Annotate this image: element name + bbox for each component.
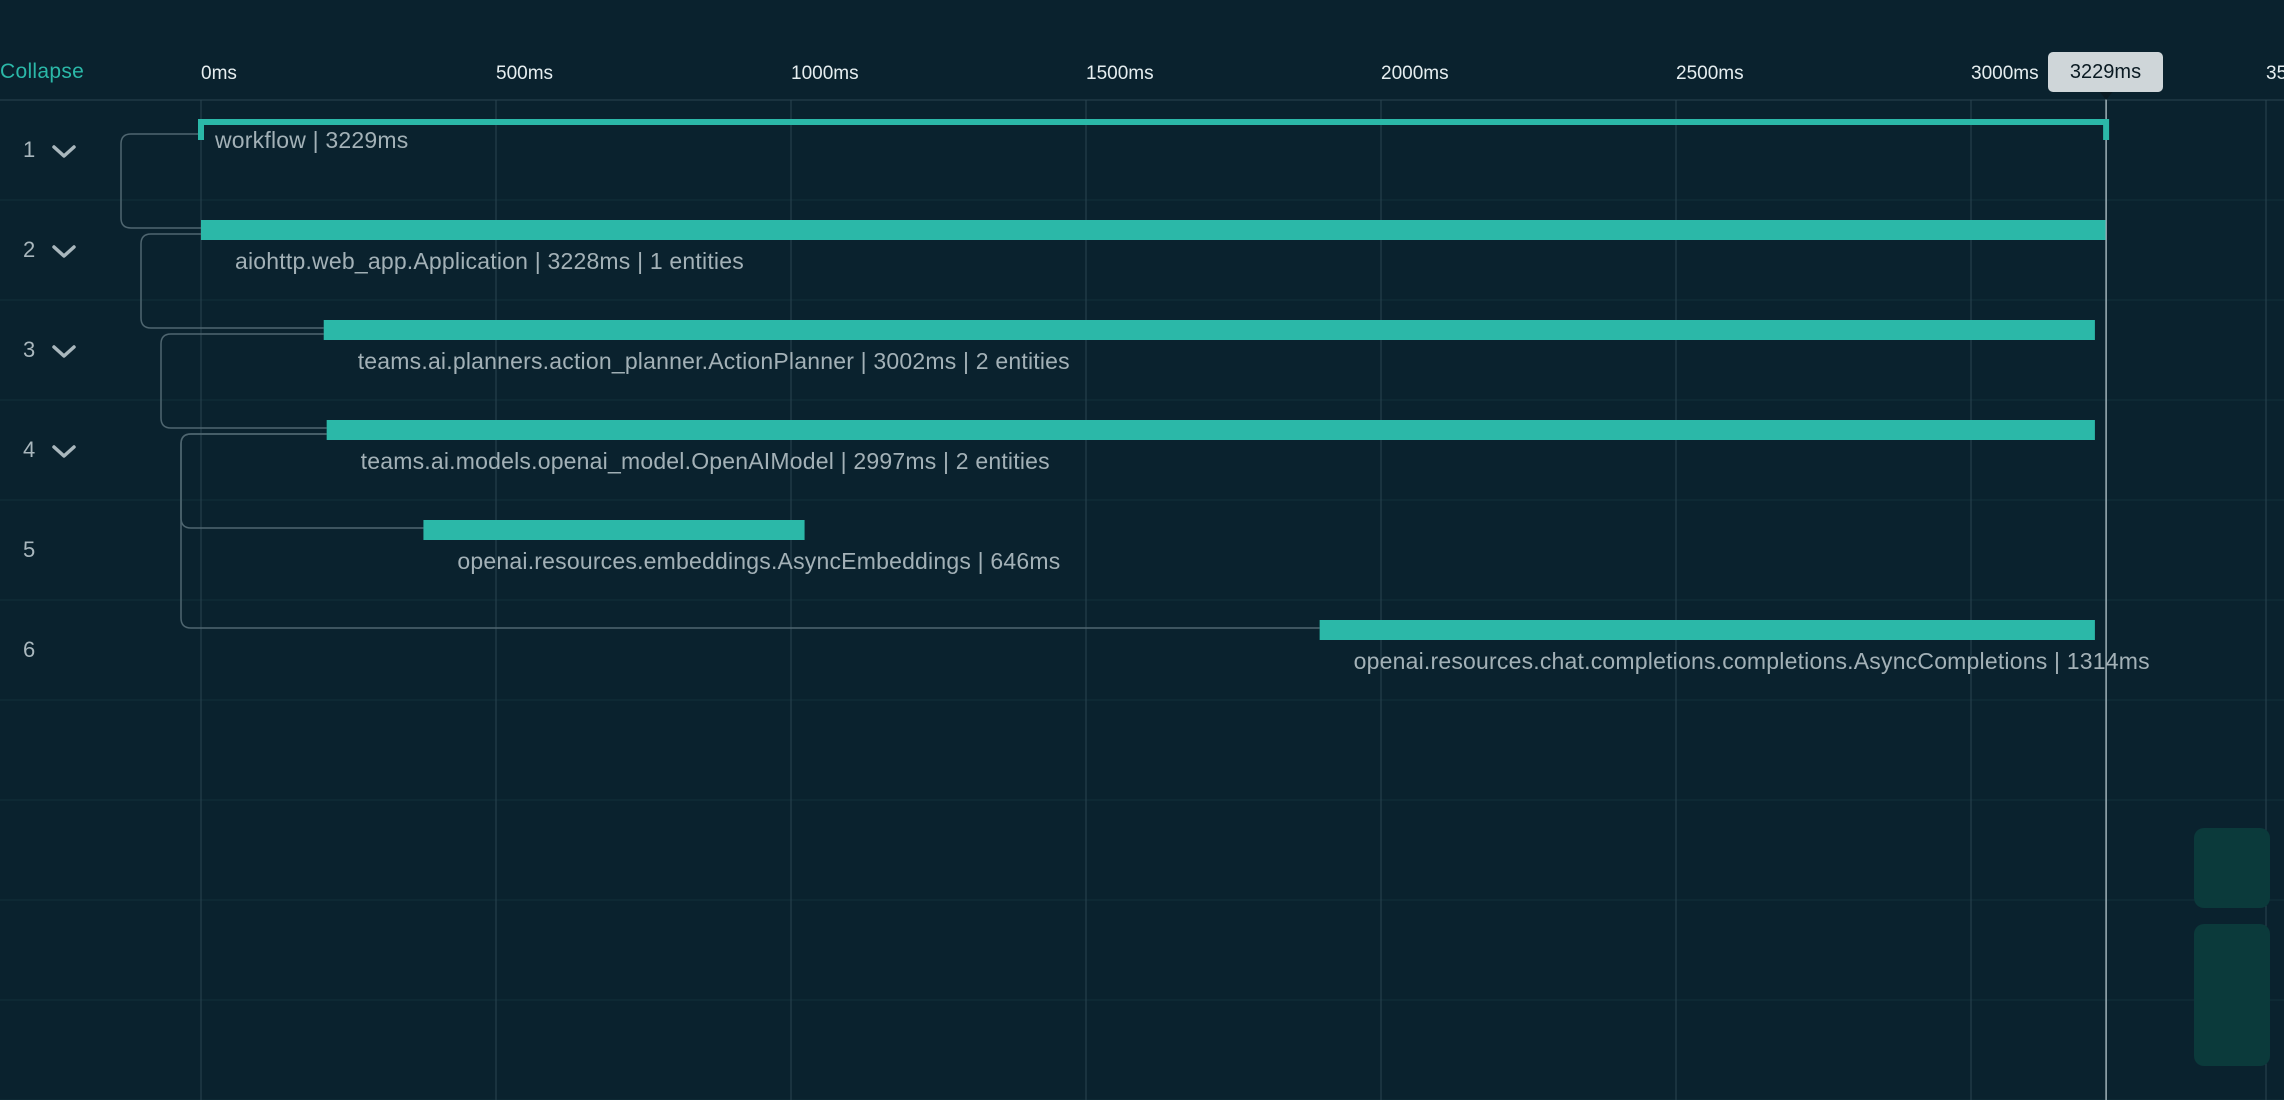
row-number: 4: [23, 437, 36, 462]
row-number: 3: [23, 337, 36, 362]
span-bar: [423, 520, 805, 540]
trace-waterfall-view: Collapse 0ms 500ms 1000ms 1500ms 2000ms 2500m…: [0, 0, 2284, 1100]
span-connector: [160, 333, 327, 429]
span-bar: [326, 420, 2095, 440]
tick-label: 2500ms: [1676, 63, 1744, 84]
row-number: 1: [23, 137, 36, 162]
tick-label: 3000ms: [1971, 63, 2039, 84]
span-label[interactable]: teams.ai.planners.action_planner.ActionP…: [358, 348, 1070, 375]
row-number: 2: [23, 237, 36, 262]
span-label[interactable]: workflow | 3229ms: [215, 127, 408, 154]
trace-timeline-chart: [0, 90, 2284, 1100]
tick-label: 0ms: [201, 63, 237, 84]
span-label[interactable]: teams.ai.models.openai_model.OpenAIModel…: [361, 448, 1050, 475]
chevron-down-icon[interactable]: [50, 342, 78, 362]
tick-label: 3500ms: [2266, 63, 2284, 84]
span-label[interactable]: openai.resources.chat.completions.comple…: [1354, 648, 2150, 675]
tick-label: 1000ms: [791, 63, 859, 84]
span-label[interactable]: openai.resources.embeddings.AsyncEmbeddi…: [457, 548, 1060, 575]
chevron-down-icon[interactable]: [50, 442, 78, 462]
tick-label: 2000ms: [1381, 63, 1449, 84]
tick-label: 1500ms: [1086, 63, 1154, 84]
span-bar: [1319, 620, 2095, 640]
minimap-panel-top[interactable]: [2194, 828, 2270, 908]
span-connector: [120, 133, 201, 229]
chevron-down-icon[interactable]: [50, 242, 78, 262]
row-number: 5: [23, 537, 36, 562]
cursor-time-badge[interactable]: 3229ms: [2048, 52, 2163, 92]
span-bar: [198, 119, 2110, 140]
tick-label: 500ms: [496, 63, 554, 84]
span-bar: [323, 320, 2095, 340]
minimap-panel-bottom[interactable]: [2194, 924, 2270, 1066]
span-bar: [201, 220, 2106, 240]
chevron-down-icon[interactable]: [50, 142, 78, 162]
span-label[interactable]: aiohttp.web_app.Application | 3228ms | 1…: [235, 248, 744, 275]
row-number: 6: [23, 637, 36, 662]
